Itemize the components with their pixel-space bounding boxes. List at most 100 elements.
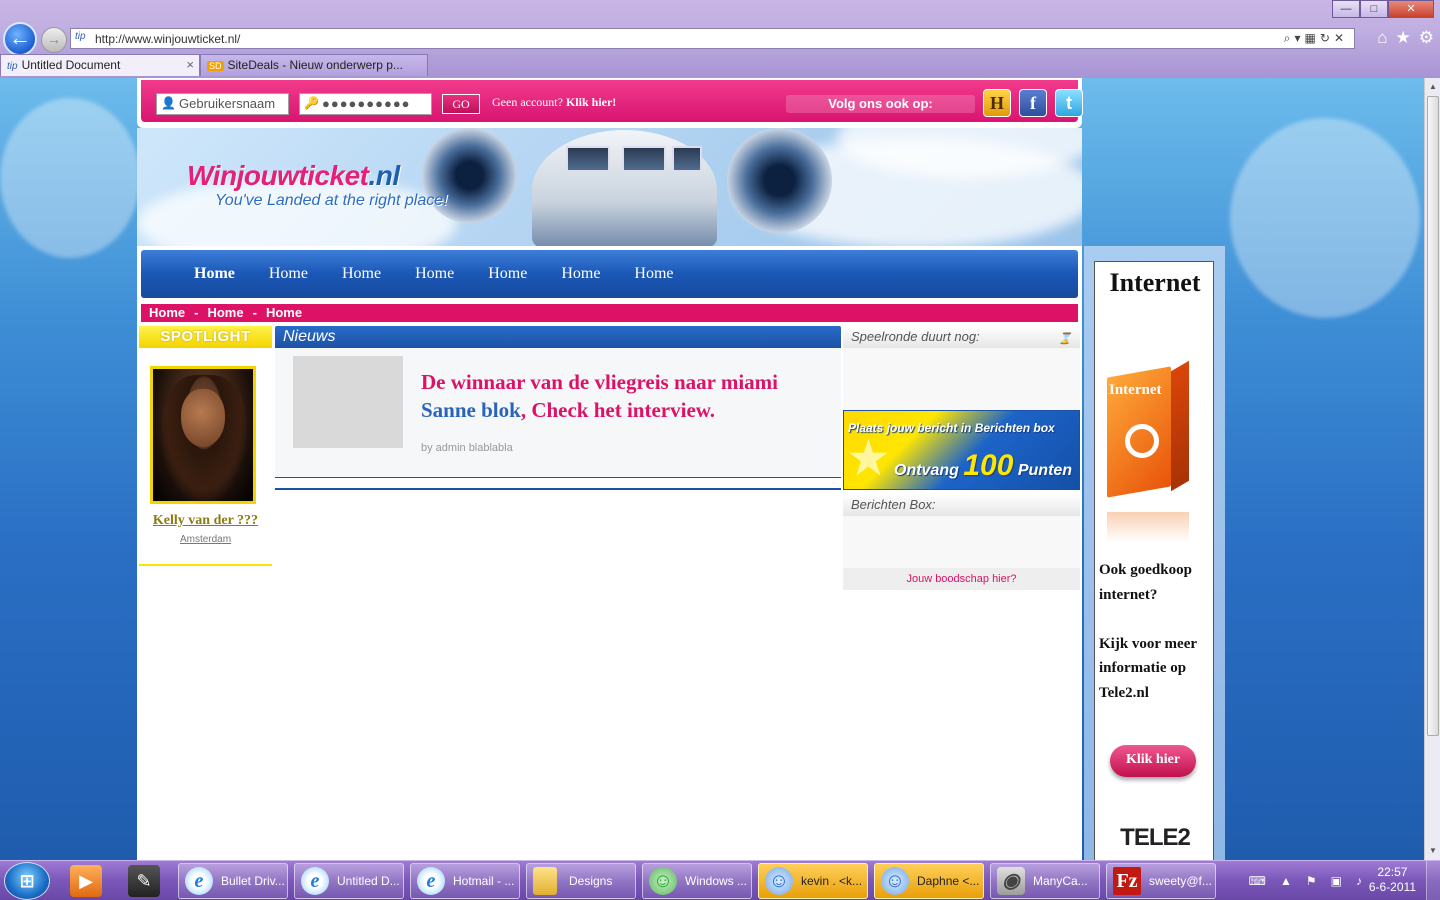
- breadcrumb-item[interactable]: Home: [149, 305, 185, 320]
- hourglass-icon: ⌛: [1058, 333, 1072, 345]
- system-tray: ⌨ ▲ ⚑ ▣ ♪: [1249, 874, 1362, 888]
- site-logo[interactable]: Winjouwticket.nl: [187, 160, 400, 192]
- volume-icon[interactable]: ♪: [1356, 874, 1362, 888]
- address-tools[interactable]: ⌕▾▦↻✕: [1284, 31, 1348, 46]
- close-window-button[interactable]: ✕: [1388, 0, 1434, 18]
- ad-brand-logo: TELE2: [1120, 824, 1191, 851]
- nav-item-home-7[interactable]: Home: [617, 250, 690, 298]
- plane-image: [532, 130, 717, 246]
- tab-sitedeals[interactable]: SD SiteDeals - Nieuw onderwerp p...: [200, 54, 428, 76]
- nav-item-home-4[interactable]: Home: [398, 250, 471, 298]
- taskbar-label: Daphne <...: [917, 874, 980, 888]
- nav-item-home-3[interactable]: Home: [325, 250, 398, 298]
- taskbar-item-chat-kevin[interactable]: ☺ kevin . <k...: [758, 863, 868, 899]
- tool-shortcut-icon[interactable]: ✎: [128, 865, 160, 897]
- tab-untitled-document[interactable]: tip Untitled Document ×: [0, 54, 200, 76]
- start-button[interactable]: ⊞: [4, 862, 50, 900]
- scroll-up-icon[interactable]: ▲: [1426, 80, 1440, 94]
- nav-item-home-1[interactable]: Home: [177, 250, 252, 298]
- message-box-link[interactable]: Jouw boodschap hier?: [843, 568, 1080, 590]
- password-field[interactable]: 🔑 ●●●●●●●●●●: [299, 93, 432, 115]
- news-title-part1: De winnaar van de vliegreis naar miami: [421, 370, 778, 394]
- round-timer-body: [843, 348, 1080, 410]
- address-bar[interactable]: tip ⌕▾▦↻✕: [70, 28, 1355, 49]
- ad-product-box-side: [1171, 360, 1189, 492]
- scrollbar-thumb[interactable]: [1427, 96, 1439, 736]
- username-field[interactable]: 👤 Gebruikersnaam: [156, 93, 289, 115]
- window-controls: — □ ✕: [1332, 0, 1434, 18]
- minimize-button[interactable]: —: [1332, 0, 1360, 18]
- message-promo-banner[interactable]: ★ Plaats jouw bericht in Berichten box O…: [843, 410, 1080, 490]
- news-divider: [275, 488, 841, 490]
- go-button[interactable]: GO: [442, 94, 480, 114]
- keyboard-icon[interactable]: ⌨: [1249, 874, 1266, 888]
- media-player-icon[interactable]: ▶: [70, 865, 102, 897]
- maximize-button[interactable]: □: [1360, 0, 1388, 18]
- background-cloud: [0, 98, 140, 258]
- search-icon[interactable]: ⌕: [1284, 31, 1295, 45]
- news-title-link[interactable]: De winnaar van de vliegreis naar miami S…: [421, 368, 836, 424]
- main-nav-wrapper: Home Home Home Home Home Home Home: [137, 246, 1082, 302]
- ad-click-button[interactable]: Klik hier: [1110, 745, 1196, 777]
- nav-item-home-5[interactable]: Home: [471, 250, 544, 298]
- ad-box-label: Internet: [1109, 382, 1162, 398]
- key-icon: 🔑: [304, 96, 320, 110]
- news-thumbnail[interactable]: [293, 356, 403, 448]
- refresh-icon[interactable]: ↻: [1320, 31, 1334, 45]
- forward-arrow-icon[interactable]: →: [41, 27, 67, 53]
- follow-us-label: Volg ons ook op:: [786, 95, 975, 113]
- taskbar-item-untitled[interactable]: e Untitled D...: [294, 863, 404, 899]
- breadcrumb: Home - Home - Home: [137, 302, 1082, 324]
- promo-headline: Plaats jouw bericht in Berichten box: [848, 421, 1055, 435]
- network-icon[interactable]: ▣: [1331, 874, 1342, 888]
- background-cloud: [1230, 118, 1420, 318]
- news-heading: Nieuws: [275, 326, 841, 348]
- ad-text-line: Kijk voor meer: [1099, 635, 1198, 652]
- nav-item-home-6[interactable]: Home: [544, 250, 617, 298]
- register-link[interactable]: Klik hier!: [566, 95, 616, 109]
- tele2-advertisement[interactable]: Internet Internet TELE2 Ook goedkoop int…: [1094, 261, 1214, 860]
- facebook-icon[interactable]: f: [1019, 89, 1047, 117]
- flag-icon[interactable]: ⚑: [1306, 874, 1317, 888]
- taskbar-item-bullet[interactable]: e Bullet Driv...: [178, 863, 288, 899]
- logo-main-text: Winjouwticket: [187, 160, 369, 191]
- taskbar-item-chat-daphne[interactable]: ☺ Daphne <...: [874, 863, 984, 899]
- back-arrow-icon[interactable]: ←: [3, 22, 37, 56]
- favorites-star-icon[interactable]: ★: [1396, 28, 1411, 48]
- taskbar-item-manycam[interactable]: ◉ ManyCa...: [990, 863, 1100, 899]
- logo-tld-text: .nl: [368, 160, 400, 191]
- taskbar-item-windows-live[interactable]: ☺ Windows ...: [642, 863, 752, 899]
- twitter-icon[interactable]: t: [1055, 89, 1083, 117]
- breadcrumb-item[interactable]: Home: [266, 305, 302, 320]
- clock-time: 22:57: [1377, 865, 1408, 879]
- dropdown-icon[interactable]: ▾: [1295, 31, 1305, 45]
- compat-icon[interactable]: ▦: [1305, 31, 1320, 45]
- gear-icon[interactable]: ⚙: [1419, 28, 1434, 48]
- system-clock[interactable]: 22:57 6-6-2011: [1369, 865, 1416, 895]
- hyves-icon[interactable]: H: [983, 89, 1011, 117]
- windows-taskbar: ⊞ ▶ ✎ e Bullet Driv... e Untitled D... e Ho…: [0, 860, 1440, 900]
- taskbar-item-designs[interactable]: Designs: [526, 863, 636, 899]
- scroll-down-icon[interactable]: ▼: [1426, 844, 1440, 858]
- person-icon: ☺: [881, 867, 909, 895]
- breadcrumb-item[interactable]: Home: [207, 305, 243, 320]
- nav-item-home-2[interactable]: Home: [252, 250, 325, 298]
- vertical-scrollbar[interactable]: ▲ ▼: [1424, 78, 1440, 860]
- tray-expand-icon[interactable]: ▲: [1280, 874, 1292, 888]
- url-input[interactable]: [95, 30, 1255, 47]
- taskbar-item-hotmail[interactable]: e Hotmail - ...: [410, 863, 520, 899]
- main-nav: Home Home Home Home Home Home Home: [141, 250, 1078, 298]
- ad-text-line: Ook goedkoop: [1099, 562, 1192, 578]
- site-favicon-icon: tip: [75, 31, 86, 42]
- taskbar-item-filezilla[interactable]: Fz sweety@f...: [1106, 863, 1216, 899]
- spotlight-name-link[interactable]: Kelly van der ???: [139, 513, 272, 529]
- show-desktop-button[interactable]: [1426, 861, 1440, 900]
- spotlight-city-link[interactable]: Amsterdam: [139, 534, 272, 545]
- taskbar-label: Windows ...: [685, 874, 748, 888]
- spotlight-photo[interactable]: [150, 366, 256, 504]
- ad-text-line: Tele2.nl: [1099, 684, 1149, 701]
- home-icon[interactable]: ⌂: [1377, 28, 1387, 48]
- stop-icon[interactable]: ✕: [1334, 31, 1348, 45]
- tab-close-icon[interactable]: ×: [186, 57, 194, 72]
- round-timer-heading: Speelronde duurt nog: ⌛: [843, 326, 1080, 348]
